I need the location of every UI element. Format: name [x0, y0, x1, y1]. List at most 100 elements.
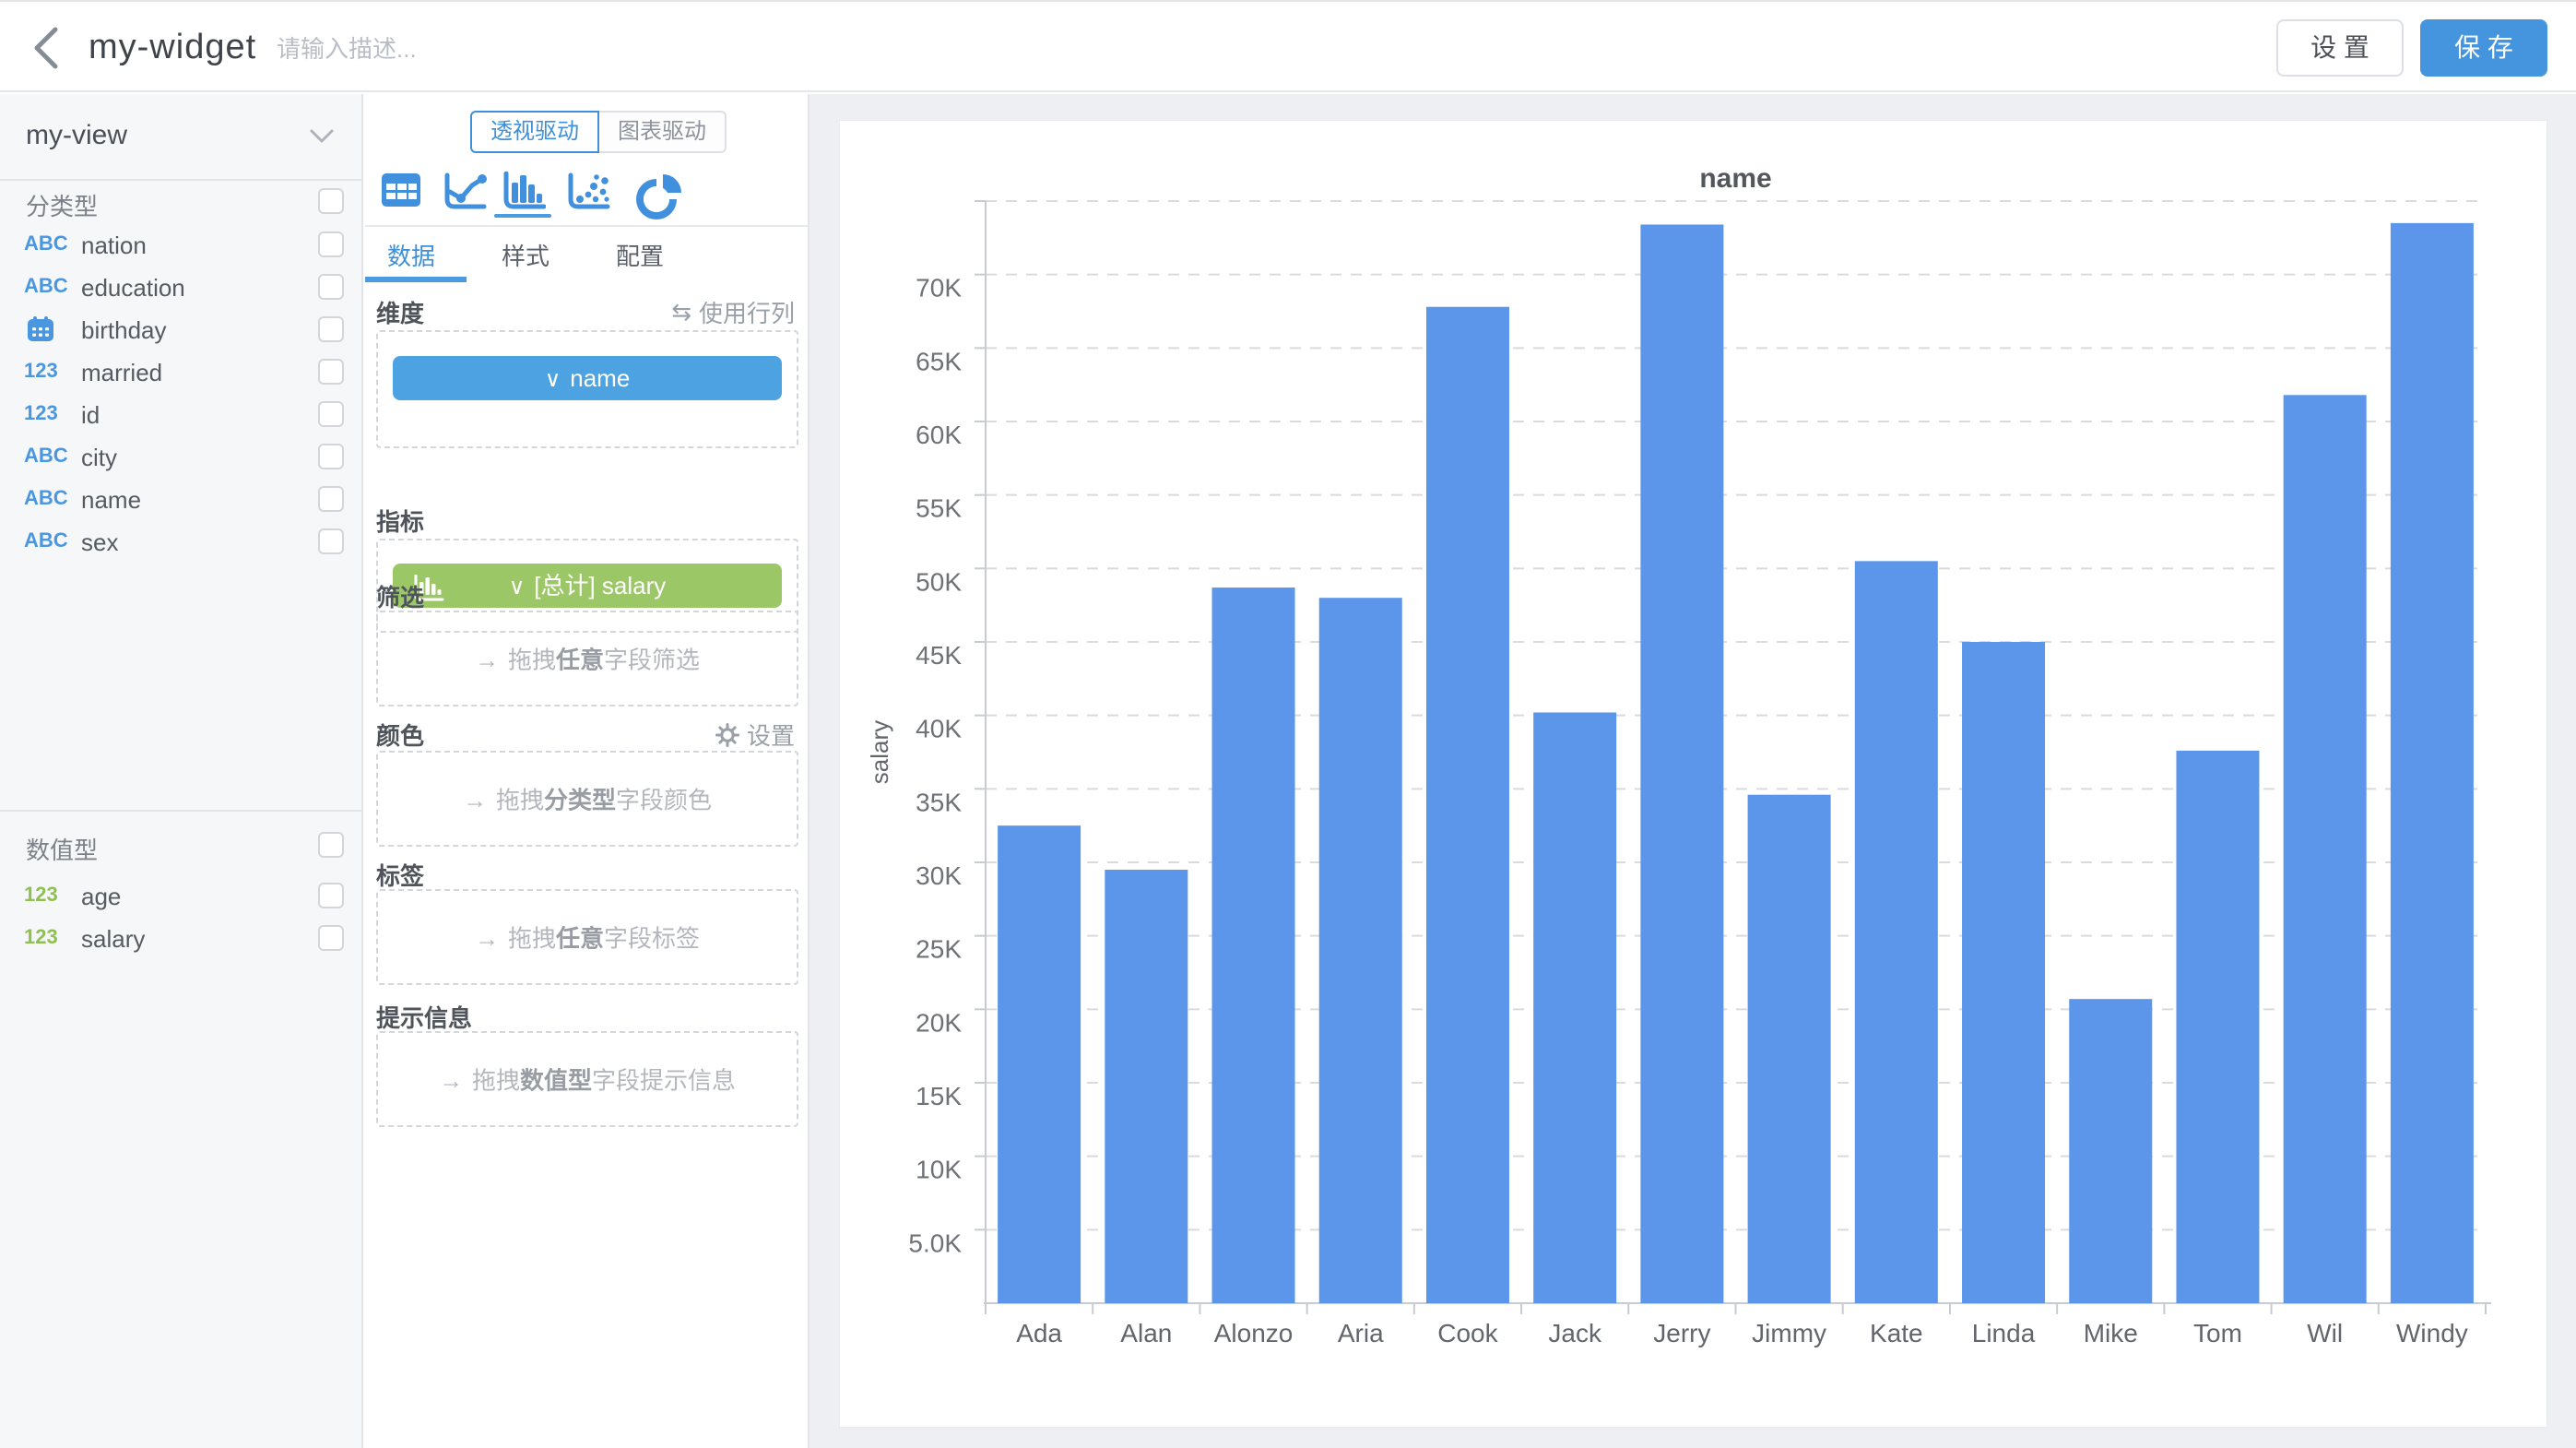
field-label: sex: [81, 528, 118, 557]
dimension-chip-name[interactable]: ∨name: [393, 356, 782, 400]
field-item-name[interactable]: ABCname: [0, 478, 361, 520]
y-tick-label: 25K: [916, 935, 962, 964]
view-selector[interactable]: my-view: [0, 94, 361, 181]
save-button[interactable]: 保 存: [2420, 19, 2547, 77]
tooltip-section-header: 提示信息: [376, 1000, 798, 1033]
field-item-education[interactable]: ABCeducation: [0, 266, 361, 308]
field-label: city: [81, 444, 117, 472]
use-rowcol-link[interactable]: ⇆ 使用行列: [671, 295, 795, 329]
bar-Jerry[interactable]: [1640, 224, 1723, 1303]
bar-Wil[interactable]: [2284, 395, 2367, 1303]
field-checkbox[interactable]: [318, 316, 344, 342]
x-tick-label: Alonzo: [1214, 1319, 1294, 1347]
dimension-dropzone[interactable]: ∨name: [376, 330, 798, 448]
field-item-age[interactable]: 123age: [0, 874, 361, 917]
y-tick-label: 30K: [916, 861, 962, 890]
color-dropzone[interactable]: →拖拽分类型字段颜色: [376, 751, 798, 847]
bar-Alonzo[interactable]: [1212, 588, 1295, 1303]
bar-chart: name5.0K10K15K20K25K30K35K40K45K50K55K60…: [840, 121, 2548, 1429]
tab-data[interactable]: 数据: [387, 238, 435, 272]
bar-Ada[interactable]: [998, 825, 1081, 1303]
active-tab-underline: [365, 277, 467, 282]
number-type-icon: 123: [24, 401, 58, 425]
section-label: 数值型: [26, 832, 98, 866]
tab-config[interactable]: 配置: [616, 238, 664, 272]
scatter-chart-icon[interactable]: [566, 172, 610, 217]
section-checkbox[interactable]: [318, 188, 344, 214]
description-input[interactable]: [277, 35, 664, 64]
mode-chart-driven[interactable]: 图表驱动: [599, 111, 727, 153]
mode-toggle: 透视驱动 图表驱动: [470, 111, 727, 153]
back-button[interactable]: [26, 18, 70, 77]
settings-button[interactable]: 设 置: [2276, 19, 2404, 77]
field-item-id[interactable]: 123id: [0, 393, 361, 435]
section-checkbox[interactable]: [318, 832, 344, 858]
dimension-section-header: 维度 ⇆ 使用行列: [376, 295, 798, 328]
field-checkbox[interactable]: [318, 444, 344, 469]
y-tick-label: 65K: [916, 347, 962, 375]
calendar-icon: [26, 315, 55, 348]
metric-section-header: 指标: [376, 504, 798, 537]
table-chart-icon[interactable]: [380, 172, 422, 213]
y-tick-label: 5.0K: [908, 1228, 962, 1257]
top-bar: my-widget 设 置 保 存: [0, 0, 2576, 92]
x-tick-label: Windy: [2396, 1319, 2468, 1347]
bar-Linda[interactable]: [1962, 642, 2045, 1303]
chevron-down-icon: [308, 127, 336, 146]
color-settings-link[interactable]: 设置: [715, 718, 795, 752]
chart-title: name: [1699, 163, 1771, 194]
field-checkbox[interactable]: [318, 231, 344, 257]
field-item-salary[interactable]: 123salary: [0, 917, 361, 959]
swap-icon: ⇆: [671, 298, 691, 326]
sidebar-divider: [0, 810, 361, 812]
bar-Cook[interactable]: [1426, 307, 1509, 1303]
bar-Aria[interactable]: [1319, 598, 1402, 1303]
text-type-icon: ABC: [24, 528, 68, 552]
bar-Windy[interactable]: [2391, 223, 2474, 1303]
field-checkbox[interactable]: [318, 528, 344, 554]
tag-label: 标签: [376, 858, 424, 892]
x-tick-label: Mike: [2084, 1319, 2138, 1347]
tag-dropzone[interactable]: →拖拽任意字段标签: [376, 889, 798, 985]
bar-Alan[interactable]: [1105, 870, 1188, 1303]
field-item-married[interactable]: 123married: [0, 350, 361, 393]
tab-style[interactable]: 样式: [502, 238, 549, 272]
numeric-field-list: 123age123salary: [0, 874, 361, 959]
tag-section-header: 标签: [376, 858, 798, 891]
tooltip-dropzone[interactable]: →拖拽数值型字段提示信息: [376, 1031, 798, 1127]
page-title: my-widget: [89, 28, 256, 67]
field-checkbox[interactable]: [318, 883, 344, 908]
bar-Tom[interactable]: [2176, 751, 2259, 1303]
bar-Jack[interactable]: [1533, 712, 1616, 1303]
chart-workspace: name5.0K10K15K20K25K30K35K40K45K50K55K60…: [809, 94, 2576, 1448]
field-item-birthday[interactable]: birthday: [0, 308, 361, 350]
bar-Kate[interactable]: [1855, 561, 1938, 1303]
field-checkbox[interactable]: [318, 401, 344, 427]
field-checkbox[interactable]: [318, 274, 344, 300]
bar-Jimmy[interactable]: [1748, 795, 1831, 1303]
config-panel: 透视驱动 图表驱动 数据 样式 配置: [365, 94, 809, 1448]
drag-arrow-icon: →: [463, 787, 487, 814]
field-item-city[interactable]: ABC city: [0, 435, 361, 478]
text-type-icon: ABC: [24, 444, 68, 468]
bar-Mike[interactable]: [2069, 999, 2152, 1303]
field-label: age: [81, 883, 121, 911]
x-tick-label: Jack: [1548, 1319, 1602, 1347]
field-checkbox[interactable]: [318, 359, 344, 385]
field-item-nation[interactable]: ABCnation: [0, 223, 361, 266]
bar-chart-icon[interactable]: [502, 172, 546, 217]
text-type-icon: ABC: [24, 486, 68, 510]
field-checkbox[interactable]: [318, 925, 344, 951]
mode-pivot-driven[interactable]: 透视驱动: [470, 111, 599, 153]
field-item-sex[interactable]: ABC sex: [0, 520, 361, 563]
filter-dropzone[interactable]: →拖拽任意字段筛选: [376, 611, 798, 706]
y-tick-label: 60K: [916, 421, 962, 449]
filter-section-header: 筛选: [376, 579, 798, 612]
field-checkbox[interactable]: [318, 486, 344, 512]
x-tick-label: Linda: [1972, 1319, 2036, 1347]
chart-card: name5.0K10K15K20K25K30K35K40K45K50K55K60…: [839, 120, 2547, 1428]
pie-chart-icon[interactable]: [632, 172, 684, 228]
x-tick-label: Ada: [1016, 1319, 1062, 1347]
field-sidebar: my-view 分类型 ABCnationABCeducationbirthda…: [0, 94, 363, 1448]
line-chart-icon[interactable]: [443, 172, 487, 217]
